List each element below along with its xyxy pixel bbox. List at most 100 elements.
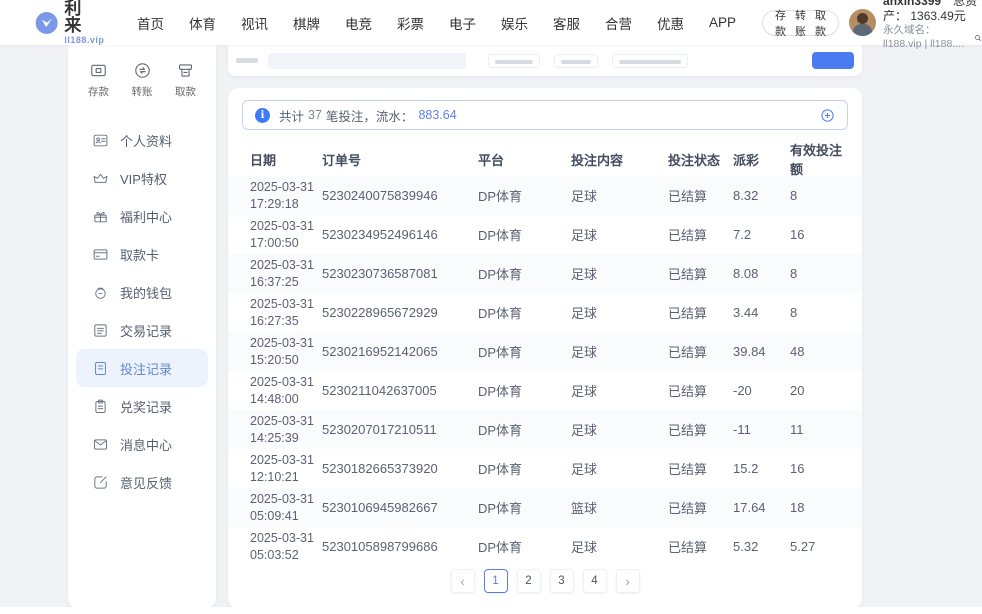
filter-range-control[interactable] (612, 54, 688, 68)
sidebar-item-profile[interactable]: 个人资料 (76, 121, 208, 159)
main-nav: 首页 体育 视讯 棋牌 电竞 彩票 电子 娱乐 客服 合营 优惠 APP (137, 13, 736, 33)
cell-platform: DP体育 (478, 537, 571, 556)
quick-action-withdraw[interactable]: 取款 (175, 61, 196, 99)
filter-date-control[interactable] (488, 54, 540, 68)
sidebar-item-messages[interactable]: 消息中心 (76, 425, 208, 463)
withdraw-icon (176, 61, 195, 80)
feedback-icon (92, 474, 109, 491)
table-row[interactable]: 2025-03-3116:27:355230228965672929DP体育足球… (228, 293, 862, 332)
nav-item-7[interactable]: 电子 (449, 13, 476, 33)
cell-date: 2025-03-3115:20:50 (250, 335, 322, 369)
quick-action-label: 存款 (88, 84, 109, 99)
top-navigation-bar: 利 来 ll188.vip 首页体育视讯棋牌电竞彩票电子娱乐客服合营优惠APP … (0, 0, 982, 45)
column-header: 投注内容 (571, 150, 668, 169)
cell-date: 2025-03-3114:48:00 (250, 374, 322, 408)
cell-date: 2025-03-3105:03:52 (250, 530, 322, 564)
circle-plus-icon[interactable] (820, 108, 835, 123)
cell-valid: 18 (790, 500, 842, 515)
column-header: 派彩 (733, 150, 790, 169)
pagination-page-4[interactable]: 4 (583, 569, 607, 593)
cell-payout: 8.08 (733, 266, 790, 281)
filter-submit-button[interactable] (812, 52, 854, 69)
sidebar-item-welfare[interactable]: 福利中心 (76, 197, 208, 235)
table-row[interactable]: 2025-03-3112:10:215230182665373920DP体育足球… (228, 449, 862, 488)
sidebar-item-redeem[interactable]: 兑奖记录 (76, 387, 208, 425)
redeem-icon (92, 398, 109, 415)
table-row[interactable]: 2025-03-3114:48:005230211042637005DP体育足球… (228, 371, 862, 410)
nav-item-5[interactable]: 电竞 (345, 13, 372, 33)
brand-name: 利 来 (64, 0, 109, 34)
cell-content: 足球 (571, 537, 668, 556)
table-row[interactable]: 2025-03-3116:37:255230230736587081DP体育足球… (228, 254, 862, 293)
brand-logo[interactable]: 利 来 ll188.vip (35, 0, 109, 45)
pagination-prev[interactable]: ‹ (451, 569, 475, 593)
search-icon[interactable] (974, 32, 982, 44)
quick-action-deposit[interactable]: 存款 (88, 61, 109, 99)
cell-payout: -11 (733, 422, 790, 437)
sidebar-item-wallet[interactable]: 我的钱包 (76, 273, 208, 311)
pagination-page-1[interactable]: 1 (484, 569, 508, 593)
permanent-domain: 永久域名：ll188.vip | ll188.... (883, 24, 971, 50)
sidebar-item-vip[interactable]: VIP特权 (76, 159, 208, 197)
nav-item-11[interactable]: 优惠 (657, 13, 684, 33)
welfare-icon (92, 208, 109, 225)
nav-item-12[interactable]: APP (709, 15, 736, 30)
quick-action-transfer[interactable]: 转账 (132, 61, 153, 99)
nav-item-6[interactable]: 彩票 (397, 13, 424, 33)
nav-item-10[interactable]: 合营 (605, 13, 632, 33)
cell-platform: DP体育 (478, 381, 571, 400)
nav-item-8[interactable]: 娱乐 (501, 13, 528, 33)
sidebar-menu: 个人资料 VIP特权福利中心取款卡我的钱包交易记录投注记录兑奖记录消息中心意见反馈 (68, 121, 216, 501)
cell-content: 足球 (571, 303, 668, 322)
sidebar: 存款 转账取款 个人资料 VIP特权福利中心取款卡我的钱包交易记录投注记录兑奖记录消… (68, 45, 216, 608)
pill-action-2[interactable]: 转账 (795, 7, 806, 39)
filter-type-control[interactable] (554, 54, 598, 68)
cell-platform: DP体育 (478, 225, 571, 244)
nav-item-2[interactable]: 体育 (189, 13, 216, 33)
cell-date: 2025-03-3117:29:18 (250, 179, 322, 213)
table-row[interactable]: 2025-03-3117:29:185230240075839946DP体育足球… (228, 176, 862, 215)
sidebar-item-card[interactable]: 取款卡 (76, 235, 208, 273)
nav-item-3[interactable]: 视讯 (241, 13, 268, 33)
table-row[interactable]: 2025-03-3117:00:505230234952496146DP体育足球… (228, 215, 862, 254)
pill-action-3[interactable]: 取款 (815, 7, 826, 39)
wallet-actions-pill: 存款转账取款 (762, 10, 839, 36)
sidebar-item-bets[interactable]: 投注记录 (76, 349, 208, 387)
nav-item-9[interactable]: 客服 (553, 13, 580, 33)
column-header: 有效投注额 (790, 140, 842, 178)
cell-status: 已结算 (668, 264, 733, 283)
cell-date: 2025-03-3116:37:25 (250, 257, 322, 291)
filter-input[interactable] (268, 53, 466, 69)
pagination-next[interactable]: › (616, 569, 640, 593)
deposit-icon (89, 61, 108, 80)
bets-icon (92, 360, 109, 377)
table-row[interactable]: 2025-03-3114:25:395230207017210511DP体育足球… (228, 410, 862, 449)
cell-date: 2025-03-3116:27:35 (250, 296, 322, 330)
pagination-page-3[interactable]: 3 (550, 569, 574, 593)
table-row[interactable]: 2025-03-3115:20:505230216952142065DP体育足球… (228, 332, 862, 371)
cell-payout: 15.2 (733, 461, 790, 476)
pill-action-1[interactable]: 存款 (775, 7, 786, 39)
wallet-icon (92, 284, 109, 301)
cell-valid: 20 (790, 383, 842, 398)
table-row[interactable]: 2025-03-3105:03:525230105898799686DP体育足球… (228, 527, 862, 566)
cell-valid: 8 (790, 305, 842, 320)
sidebar-item-label: 个人资料 (120, 131, 172, 150)
cell-content: 足球 (571, 225, 668, 244)
cell-platform: DP体育 (478, 459, 571, 478)
filter-bar (228, 45, 862, 76)
cell-payout: 7.2 (733, 227, 790, 242)
cell-valid: 16 (790, 227, 842, 242)
sidebar-item-transactions[interactable]: 交易记录 (76, 311, 208, 349)
vip-icon (92, 170, 109, 187)
nav-item-4[interactable]: 棋牌 (293, 13, 320, 33)
column-header: 投注状态 (668, 150, 733, 169)
pagination-page-2[interactable]: 2 (517, 569, 541, 593)
nav-item-1[interactable]: 首页 (137, 13, 164, 33)
sidebar-item-label: 福利中心 (120, 207, 172, 226)
user-avatar[interactable] (849, 9, 876, 36)
table-row[interactable]: 2025-03-3105:09:415230106945982667DP体育篮球… (228, 488, 862, 527)
cell-order: 5230230736587081 (322, 266, 478, 281)
column-header: 日期 (250, 150, 322, 169)
sidebar-item-feedback[interactable]: 意见反馈 (76, 463, 208, 501)
